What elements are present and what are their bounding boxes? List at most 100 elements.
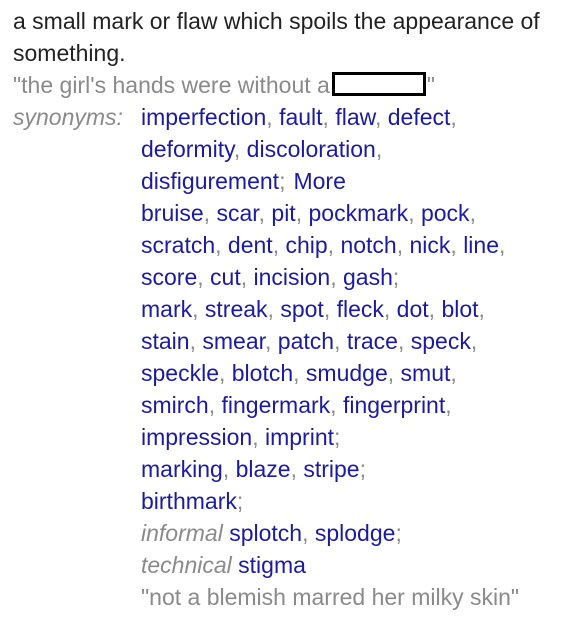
definition-text: a small mark or flaw which spoils the ap… <box>13 8 540 66</box>
synonym-link[interactable]: line <box>463 232 499 258</box>
synonym-line-end: , <box>450 104 457 130</box>
synonym-link[interactable]: nick <box>410 232 451 258</box>
synonym-line: mark, streak, spot, fleck, dot, blot, <box>141 293 569 325</box>
synonym-link[interactable]: pock <box>421 200 470 226</box>
synonym-link[interactable]: dot <box>397 296 429 322</box>
synonym-separator: , <box>192 296 205 322</box>
synonym-link[interactable]: cut <box>210 264 241 290</box>
synonym-link[interactable]: deformity <box>141 136 234 162</box>
synonym-separator: , <box>252 424 265 450</box>
synonym-link[interactable]: score <box>141 264 197 290</box>
synonym-separator: , <box>323 296 337 322</box>
more-synonyms-link[interactable]: More <box>293 168 345 194</box>
synonym-link[interactable]: speckle <box>141 360 219 386</box>
synonym-link[interactable]: smut <box>401 360 451 386</box>
synonym-link[interactable]: defect <box>388 104 451 130</box>
synonym-link[interactable]: splodge <box>315 520 396 546</box>
synonym-separator: , <box>258 200 272 226</box>
synonym-list: imperfection, fault, flaw, defect, deform… <box>141 101 569 581</box>
synonym-link[interactable]: smirch <box>141 392 209 418</box>
synonym-link[interactable]: flaw <box>335 104 375 130</box>
synonym-link[interactable]: smear <box>202 328 265 354</box>
synonym-separator: , <box>290 456 304 482</box>
synonym-separator: , <box>266 104 280 130</box>
synonym-link[interactable]: gash <box>343 264 393 290</box>
usage-example: "the girl's hands were without a " <box>13 69 569 101</box>
synonym-link[interactable]: mark <box>141 296 192 322</box>
synonym-link[interactable]: blaze <box>236 456 291 482</box>
register-label: technical <box>141 552 232 578</box>
synonym-line: marking, blaze, stripe; <box>141 453 569 485</box>
synonym-separator: , <box>208 392 222 418</box>
synonym-link[interactable]: trace <box>347 328 398 354</box>
synonym-link[interactable]: incision <box>254 264 331 290</box>
synonym-link[interactable]: splotch <box>229 520 302 546</box>
synonym-separator: , <box>322 104 336 130</box>
synonym-line: smirch, fingermark, fingerprint, <box>141 389 569 421</box>
synonym-link[interactable]: imperfection <box>141 104 266 130</box>
synonym-link[interactable]: smudge <box>306 360 388 386</box>
synonym-link[interactable]: birthmark <box>141 488 237 514</box>
synonym-link[interactable]: fingermark <box>222 392 331 418</box>
synonym-separator: , <box>387 360 401 386</box>
synonym-separator: , <box>272 232 286 258</box>
synonym-link[interactable]: fault <box>279 104 322 130</box>
synonym-link[interactable]: bruise <box>141 200 204 226</box>
synonym-link[interactable]: spot <box>280 296 323 322</box>
synonym-link[interactable]: discoloration <box>247 136 376 162</box>
dictionary-entry: a small mark or flaw which spoils the ap… <box>13 5 569 613</box>
synonym-link[interactable]: pit <box>271 200 295 226</box>
synonym-usage-example: "not a blemish marred her milky skin" <box>141 584 520 610</box>
synonym-link[interactable]: blot <box>441 296 478 322</box>
synonym-line-end: ; <box>334 424 341 450</box>
synonym-link[interactable]: dent <box>228 232 273 258</box>
synonym-link[interactable]: stripe <box>303 456 359 482</box>
synonym-separator: , <box>334 328 347 354</box>
usage-example-text: "the girl's hands were without a <box>13 72 330 98</box>
synonym-line-end: , <box>450 360 457 386</box>
synonym-separator: , <box>397 328 411 354</box>
synonym-link[interactable]: speck <box>411 328 471 354</box>
synonym-separator: , <box>215 232 228 258</box>
synonym-link[interactable]: chip <box>285 232 327 258</box>
synonym-line-end: , <box>470 328 478 354</box>
synonym-line-end: ; <box>279 168 286 194</box>
synonym-line: technical stigma <box>141 549 569 581</box>
synonym-separator: , <box>327 232 341 258</box>
synonym-separator: , <box>408 200 421 226</box>
synonym-link[interactable]: impression <box>141 424 252 450</box>
synonym-link[interactable]: imprint <box>265 424 334 450</box>
usage-example-close-quote: " <box>426 72 436 98</box>
synonym-separator: , <box>265 328 278 354</box>
synonym-separator: , <box>396 232 410 258</box>
synonym-line: scratch, dent, chip, notch, nick, line, <box>141 229 569 261</box>
synonym-separator: , <box>330 392 343 418</box>
synonym-link[interactable]: fleck <box>337 296 384 322</box>
synonym-link[interactable]: stain <box>141 328 190 354</box>
synonym-separator: , <box>240 264 254 290</box>
synonym-separator: , <box>450 232 464 258</box>
synonym-link[interactable]: marking <box>141 456 223 482</box>
synonym-line-end: ; <box>392 264 400 290</box>
register-label: informal <box>141 520 223 546</box>
synonym-separator: , <box>302 520 315 546</box>
synonym-link[interactable]: blotch <box>232 360 293 386</box>
synonym-line-end: ; <box>236 488 244 514</box>
synonym-link[interactable]: stigma <box>238 552 306 578</box>
synonym-link[interactable]: fingerprint <box>343 392 445 418</box>
synonym-line: bruise, scar, pit, pockmark, pock, <box>141 197 569 229</box>
synonym-link[interactable]: notch <box>340 232 396 258</box>
synonym-link[interactable]: streak <box>205 296 268 322</box>
synonym-link[interactable]: pockmark <box>308 200 408 226</box>
synonym-line-end: , <box>445 392 452 418</box>
synonym-line: disfigurement; More <box>141 165 569 197</box>
synonym-line-end: , <box>478 296 485 322</box>
synonym-link[interactable]: patch <box>278 328 334 354</box>
synonym-link[interactable]: disfigurement <box>141 168 279 194</box>
synonym-line: imperfection, fault, flaw, defect, <box>141 101 569 133</box>
synonym-link[interactable]: scratch <box>141 232 215 258</box>
synonym-line: deformity, discoloration, <box>141 133 569 165</box>
synonyms-section: synonyms: imperfection, fault, flaw, def… <box>13 101 569 613</box>
synonym-link[interactable]: scar <box>216 200 258 226</box>
synonym-separator: , <box>374 104 388 130</box>
